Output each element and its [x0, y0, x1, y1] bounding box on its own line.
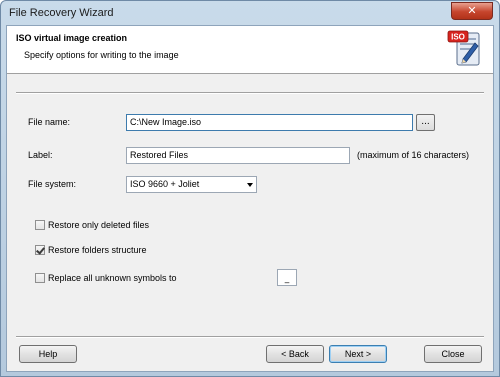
file-name-input[interactable]: C:\New Image.iso	[126, 114, 413, 131]
help-button[interactable]: Help	[19, 345, 77, 363]
restore-folders-structure-checkbox[interactable]	[35, 245, 45, 255]
replace-unknown-symbols-label[interactable]: Replace all unknown symbols to	[48, 273, 177, 283]
file-system-select[interactable]: ISO 9660 + Joliet	[126, 176, 257, 193]
iso-icon-label: ISO	[451, 33, 465, 42]
close-button[interactable]: Close	[424, 345, 482, 363]
file-system-selected-value: ISO 9660 + Joliet	[130, 179, 200, 189]
replace-unknown-symbols-checkbox[interactable]	[35, 273, 45, 283]
label-input[interactable]: Restored Files	[126, 147, 350, 164]
window-close-button[interactable]: ✕	[451, 2, 493, 20]
restore-only-deleted-label[interactable]: Restore only deleted files	[48, 220, 149, 230]
next-button[interactable]: Next >	[329, 345, 387, 363]
chevron-down-icon	[247, 183, 253, 187]
file-name-label: File name:	[28, 117, 71, 127]
wizard-header: ISO virtual image creation Specify optio…	[7, 26, 493, 74]
file-system-label: File system:	[28, 179, 77, 189]
replacement-char-input[interactable]: _	[277, 269, 297, 286]
title-bar[interactable]: File Recovery Wizard ✕	[1, 1, 499, 25]
label-length-hint: (maximum of 16 characters)	[357, 150, 470, 160]
bottom-divider	[16, 336, 484, 338]
restore-only-deleted-checkbox[interactable]	[35, 220, 45, 230]
back-button[interactable]: < Back	[266, 345, 324, 363]
page-title: ISO virtual image creation	[16, 33, 128, 43]
browse-button[interactable]: ...	[416, 114, 435, 131]
iso-image-icon: ISO	[447, 30, 480, 66]
top-divider	[16, 92, 484, 94]
wizard-client-area: ISO virtual image creation Specify optio…	[6, 25, 494, 372]
label-field-label: Label:	[28, 150, 53, 160]
wizard-window: File Recovery Wizard ✕ ISO virtual image…	[0, 0, 500, 377]
page-subtitle: Specify options for writing to the image	[24, 50, 179, 60]
restore-folders-structure-label[interactable]: Restore folders structure	[48, 245, 147, 255]
window-title: File Recovery Wizard	[9, 7, 114, 19]
